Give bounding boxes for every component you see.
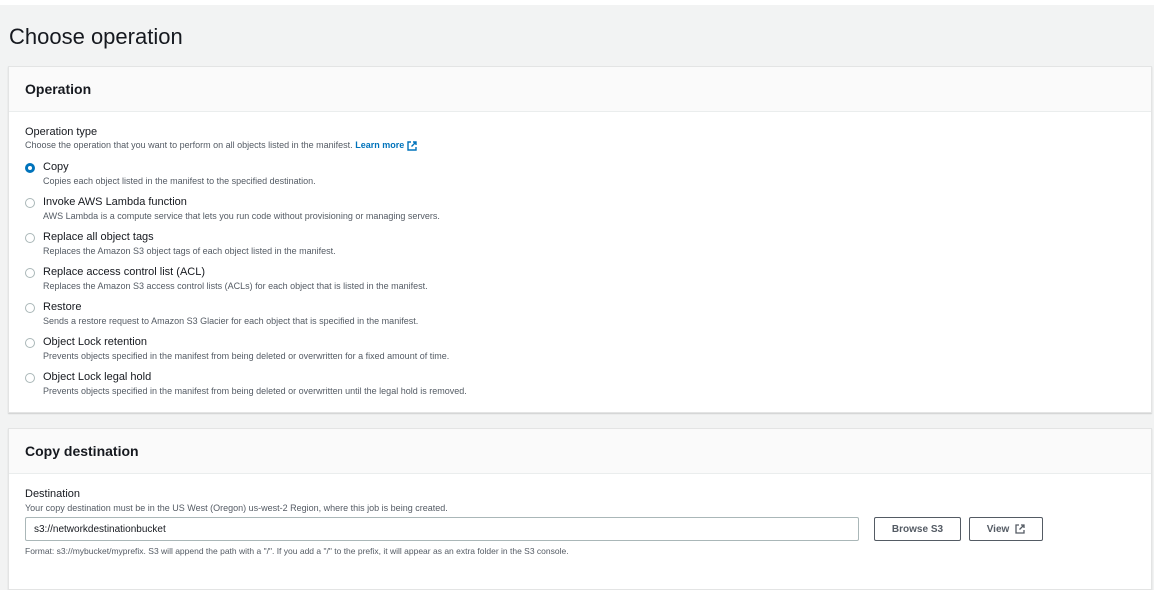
radio-button[interactable] — [25, 268, 35, 278]
radio-button[interactable] — [25, 198, 35, 208]
option-label: Replace access control list (ACL) — [43, 266, 206, 278]
option-description: Sends a restore request to Amazon S3 Gla… — [43, 316, 419, 326]
external-link-icon — [1015, 524, 1025, 534]
radio-option-restore[interactable]: Restore Sends a restore request to Amazon… — [25, 301, 467, 336]
copy-destination-header: Copy destination — [9, 429, 1151, 474]
operation-panel: Operation Operation type Choose the oper… — [8, 66, 1152, 413]
copy-destination-panel: Copy destination Destination Your copy d… — [8, 428, 1152, 590]
option-description: Prevents objects specified in the manife… — [43, 351, 450, 361]
radio-button[interactable] — [25, 233, 35, 243]
option-description: Replaces the Amazon S3 object tags of ea… — [43, 246, 336, 256]
radio-button[interactable] — [25, 163, 35, 173]
radio-option-retention[interactable]: Object Lock retention Prevents objects sp… — [25, 336, 467, 371]
learn-more-link[interactable]: Learn more — [355, 140, 417, 151]
option-label: Object Lock legal hold — [43, 371, 152, 383]
option-label: Invoke AWS Lambda function — [43, 196, 187, 208]
destination-input[interactable] — [25, 517, 859, 541]
option-label: Copy — [43, 161, 69, 173]
destination-format-hint: Format: s3://mybucket/myprefix. S3 will … — [25, 546, 569, 556]
radio-option-acl[interactable]: Replace access control list (ACL) Replace… — [25, 266, 467, 301]
radio-button[interactable] — [25, 303, 35, 313]
option-description: Copies each object listed in the manifes… — [43, 176, 316, 186]
option-label: Restore — [43, 301, 82, 313]
view-button[interactable]: View — [969, 517, 1043, 541]
option-label: Replace all object tags — [43, 231, 154, 243]
radio-option-tags[interactable]: Replace all object tags Replaces the Amaz… — [25, 231, 467, 266]
radio-option-legal[interactable]: Object Lock legal hold Prevents objects s… — [25, 371, 467, 406]
destination-field: Destination Your copy destination must b… — [25, 488, 448, 513]
option-description: Prevents objects specified in the manife… — [43, 386, 467, 396]
page-title: Choose operation — [9, 24, 183, 49]
operation-type-label: Operation type — [25, 126, 98, 138]
operation-type-field: Operation type Choose the operation that… — [25, 126, 417, 151]
external-link-icon — [407, 140, 417, 151]
top-strip — [0, 0, 1154, 5]
operation-radio-group: Copy Copies each object listed in the man… — [25, 161, 467, 406]
radio-option-lambda[interactable]: Invoke AWS Lambda function AWS Lambda is … — [25, 196, 467, 231]
option-description: Replaces the Amazon S3 access control li… — [43, 281, 428, 291]
browse-s3-button[interactable]: Browse S3 — [874, 517, 961, 541]
destination-description: Your copy destination must be in the US … — [25, 503, 448, 513]
option-label: Object Lock retention — [43, 336, 147, 348]
operation-type-description: Choose the operation that you want to pe… — [25, 140, 417, 151]
radio-button[interactable] — [25, 373, 35, 383]
operation-panel-header: Operation — [9, 67, 1151, 112]
radio-button[interactable] — [25, 338, 35, 348]
destination-label: Destination — [25, 488, 81, 500]
option-description: AWS Lambda is a compute service that let… — [43, 211, 440, 221]
radio-option-copy[interactable]: Copy Copies each object listed in the man… — [25, 161, 467, 196]
